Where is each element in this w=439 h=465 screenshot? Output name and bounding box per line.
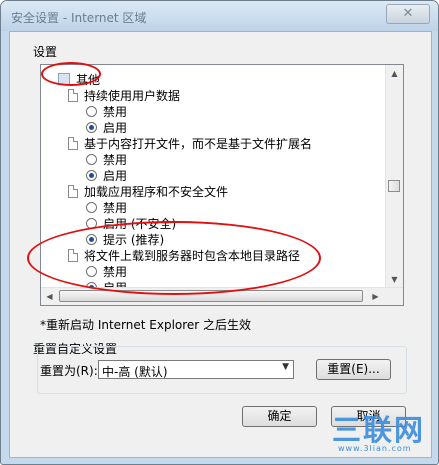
reset-level-select[interactable]: 中-高 (默认) ▼ — [98, 360, 294, 379]
horizontal-scroll-thumb[interactable] — [59, 290, 363, 302]
radio-option[interactable]: 禁用 — [86, 103, 127, 119]
radio-button-selected[interactable] — [86, 121, 97, 133]
radio-label: 启用 — [103, 120, 128, 135]
radio-option[interactable]: 启用 — [86, 167, 127, 183]
folder-icon — [58, 73, 70, 85]
category-other: 其他 — [58, 71, 100, 87]
setting-label: 加载应用程序和不安全文件 — [84, 184, 229, 199]
arrow-left-icon: ◀ — [46, 292, 53, 301]
radio-button[interactable] — [86, 105, 97, 117]
dialog-body: 设置 其他 持续使用用户数据 禁用 启用 基于内容打开文件，而不是基于文件扩展名… — [9, 31, 432, 458]
close-icon: ✕ — [402, 6, 414, 21]
title-bar[interactable]: 安全设置 - Internet 区域 ✕ — [1, 1, 438, 31]
watermark-url: www.3lian.com — [338, 444, 412, 453]
vertical-scroll-thumb[interactable] — [388, 180, 400, 192]
watermark-logo: 三联网 — [332, 413, 426, 447]
radio-option[interactable]: 启用 (不安全) — [86, 215, 176, 231]
radio-option[interactable]: 禁用 — [86, 151, 127, 167]
radio-button[interactable] — [86, 201, 97, 213]
radio-label: 提示 (推荐) — [103, 232, 165, 247]
setting-label: 持续使用用户数据 — [84, 88, 181, 103]
setting-load-apps-unsafe-files: 加载应用程序和不安全文件 — [68, 183, 228, 199]
radio-label: 禁用 — [103, 264, 128, 279]
radio-label: 启用 — [103, 168, 128, 183]
scroll-down-button[interactable]: ▼ — [386, 271, 403, 288]
setting-include-local-path: 将文件上载到服务器时包含本地目录路径 — [68, 247, 300, 263]
restart-note: *重新启动 Internet Explorer 之后生效 — [40, 318, 252, 332]
radio-button-selected[interactable] — [86, 233, 97, 245]
radio-button[interactable] — [86, 153, 97, 165]
radio-button[interactable] — [86, 217, 97, 229]
arrow-down-icon: ▼ — [391, 275, 398, 284]
arrow-right-icon: ▶ — [372, 292, 379, 301]
arrow-up-icon: ▲ — [391, 69, 398, 78]
reset-to-label: 重置为(R): — [40, 364, 98, 378]
radio-option[interactable]: 禁用 — [86, 263, 127, 279]
security-settings-dialog: 安全设置 - Internet 区域 ✕ 设置 其他 持续使用用户数据 禁用 启… — [0, 0, 439, 465]
radio-label: 启用 (不安全) — [103, 216, 177, 231]
scroll-left-button[interactable]: ◀ — [41, 288, 58, 305]
chevron-down-icon: ▼ — [282, 362, 289, 372]
radio-button[interactable] — [86, 265, 97, 277]
document-icon — [68, 184, 78, 198]
category-label: 其他 — [76, 72, 101, 87]
radio-option[interactable]: 启用 — [86, 119, 127, 135]
reset-button[interactable]: 重置(E)... — [316, 359, 391, 380]
document-icon — [68, 248, 78, 262]
window-title: 安全设置 - Internet 区域 — [11, 11, 147, 25]
setting-label: 将文件上载到服务器时包含本地目录路径 — [84, 248, 301, 263]
site-watermark: 三联网 www.3lian.com — [330, 407, 430, 457]
radio-button-selected[interactable] — [86, 169, 97, 181]
scroll-up-button[interactable]: ▲ — [386, 65, 403, 82]
reset-level-value: 中-高 (默认) — [102, 365, 168, 379]
ok-button[interactable]: 确定 — [242, 406, 317, 427]
setting-open-by-content: 基于内容打开文件，而不是基于文件扩展名 — [68, 135, 312, 151]
radio-label: 禁用 — [103, 104, 128, 119]
radio-label: 禁用 — [103, 200, 128, 215]
radio-option[interactable]: 提示 (推荐) — [86, 231, 164, 247]
setting-label: 基于内容打开文件，而不是基于文件扩展名 — [84, 136, 313, 151]
close-button[interactable]: ✕ — [386, 4, 430, 24]
settings-group-label: 设置 — [33, 45, 58, 59]
radio-label: 禁用 — [103, 152, 128, 167]
radio-option[interactable]: 禁用 — [86, 199, 127, 215]
document-icon — [68, 88, 78, 102]
setting-persist-user-data: 持续使用用户数据 — [68, 87, 180, 103]
vertical-scrollbar[interactable]: ▲ ▼ — [385, 65, 403, 288]
document-icon — [68, 136, 78, 150]
horizontal-scrollbar[interactable]: ◀ ▶ — [41, 287, 403, 305]
settings-tree[interactable]: 其他 持续使用用户数据 禁用 启用 基于内容打开文件，而不是基于文件扩展名 禁用… — [40, 64, 404, 306]
scroll-right-button[interactable]: ▶ — [367, 288, 384, 305]
